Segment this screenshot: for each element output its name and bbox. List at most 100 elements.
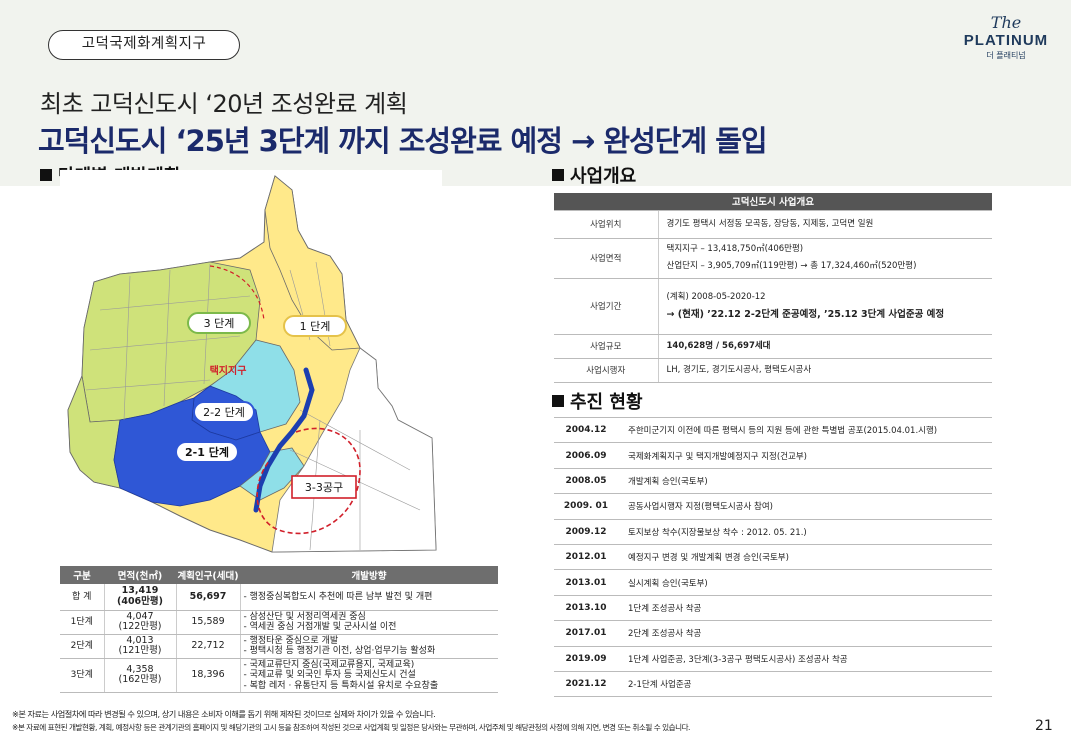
row-category: 3단계	[60, 658, 105, 693]
phase-table: 구분 면적(천㎡) 계획인구(세대) 개발방향 합 계 13,419 (406만평…	[60, 566, 498, 693]
progress-event: 2-1단계 사업준공	[618, 671, 992, 698]
logo-sub: 더 플래티넘	[986, 51, 1026, 60]
progress-date: 2009.12	[554, 519, 618, 545]
table-row: 2009. 01 공동사업시행자 지정(평택도시공사 참여)	[554, 493, 992, 520]
progress-event: 토지보상 착수(지장물보상 착수 : 2012. 05. 21.)	[618, 519, 992, 545]
progress-date: 2019.09	[554, 646, 618, 672]
table-row: 2008.05 개발계획 승인(국토부)	[554, 468, 992, 495]
progress-date: 2013.10	[554, 595, 618, 622]
overview-key: 사업기간	[554, 278, 659, 335]
table-row: 사업규모 140,628명 / 56,697세대	[554, 334, 992, 359]
table-row: 2019.09 1단계 사업준공, 3단계(3-3공구 평택도시공사) 조성공사 …	[554, 646, 992, 672]
overview-value: LH, 경기도, 경기도시공사, 평택도시공사	[658, 358, 992, 383]
table-row: 2006.09 국제화계획지구 및 택지개발예정지구 지정(건교부)	[554, 442, 992, 469]
table-row: 사업시행자 LH, 경기도, 경기도시공사, 평택도시공사	[554, 358, 992, 383]
map-label-taekji: 택지지구	[210, 364, 247, 377]
overview-heading: 사업개요	[552, 162, 636, 188]
row-population: 15,589	[176, 610, 241, 635]
overview-value: 140,628명 / 56,697세대	[658, 334, 992, 359]
table-row: 2013.10 1단계 조성공사 착공	[554, 595, 992, 622]
map-label-phase22: 2-2 단계	[193, 401, 255, 423]
disclaimer-line: ※본 자료에 표현된 개발현황, 계획, 예정사항 등은 관계기관의 홈페이지 …	[12, 723, 690, 732]
square-bullet-icon	[40, 169, 52, 181]
row-direction: - 국제교류단지 중심(국제교류용지, 국제교육) - 국제교류 및 외국인 투자…	[240, 658, 498, 693]
disclaimer-notes: ※본 자료는 사업절차에 따라 변경될 수 있으며, 상기 내용은 소비자 이해…	[12, 708, 690, 734]
table-row: 2021.12 2-1단계 사업준공	[554, 671, 992, 698]
slide: 고덕국제화계획지구 The PLATINUM 더 플래티넘 최초 고덕신도시 ‘…	[0, 0, 1071, 744]
svg-text:1 단계: 1 단계	[300, 320, 331, 333]
disclaimer-line: ※본 자료는 사업절차에 따라 변경될 수 있으며, 상기 내용은 소비자 이해…	[12, 709, 436, 719]
overview-table: 고덕신도시 사업개요 사업위치 경기도 평택시 서정동 모곡동, 장당동, 지제…	[554, 193, 992, 383]
row-area: 4,013 (121만평)	[104, 634, 177, 659]
table-row: 사업면적 택지지구 – 13,418,750㎡(406만평) 산업단지 – 3,9…	[554, 238, 992, 279]
row-population: 18,396	[176, 658, 241, 693]
table-row: 2004.12 주한미군기지 이전에 따른 평택시 등의 지원 등에 관한 특별법…	[554, 417, 992, 444]
progress-date: 2021.12	[554, 671, 618, 698]
table-row: 합 계 13,419 (406만평) 56,697 - 행정중심복합도시 추천에 …	[60, 584, 498, 611]
overview-key: 사업규모	[554, 334, 659, 359]
row-population: 56,697	[176, 584, 241, 611]
logo-script: The	[990, 13, 1022, 32]
brand-logo: The PLATINUM 더 플래티넘	[958, 14, 1054, 70]
page-subtitle: 최초 고덕신도시 ‘20년 조성완료 계획	[40, 90, 408, 118]
progress-event: 1단계 사업준공, 3단계(3-3공구 평택도시공사) 조성공사 착공	[618, 646, 992, 672]
progress-event: 실시계획 승인(국토부)	[618, 569, 992, 596]
row-population: 22,712	[176, 634, 241, 659]
row-area: 4,047 (122만평)	[104, 610, 177, 635]
svg-text:3-3공구: 3-3공구	[305, 481, 343, 494]
row-direction: - 삼성산단 및 서정리역세권 중심 - 역세권 중심 거점개발 및 군사시설 이…	[240, 610, 498, 635]
progress-event: 국제화계획지구 및 택지개발예정지구 지정(건교부)	[618, 442, 992, 469]
row-category: 1단계	[60, 610, 105, 635]
district-tag: 고덕국제화계획지구	[48, 30, 240, 60]
table-row: 1단계 4,047 (122만평) 15,589 - 삼성산단 및 서정리역세권 …	[60, 610, 498, 635]
row-category: 2단계	[60, 634, 105, 659]
table-row: 사업기간 (계획) 2008-05-2020-12 → (현재) ’22.12 2…	[554, 278, 992, 335]
svg-text:3 단계: 3 단계	[204, 317, 235, 330]
phase-table-header: 계획인구(세대)	[176, 566, 240, 584]
map-label-phase3: 3 단계	[187, 312, 251, 334]
progress-event: 2단계 조성공사 착공	[618, 620, 992, 647]
progress-date: 2008.05	[554, 468, 618, 495]
overview-key: 사업위치	[554, 210, 659, 239]
overview-key: 사업시행자	[554, 358, 659, 383]
phase-table-header: 면적(천㎡)	[104, 566, 176, 584]
progress-table: 2004.12 주한미군기지 이전에 따른 평택시 등의 지원 등에 관한 특별법…	[554, 417, 992, 698]
progress-event: 주한미군기지 이전에 따른 평택시 등의 지원 등에 관한 특별법 공포(201…	[618, 417, 992, 444]
development-phase-map: 3 단계 1 단계 택지지구 2-2 단계 2-1 단계 3-3공구	[60, 170, 442, 555]
page-number: 21	[1035, 718, 1053, 734]
progress-heading-text: 추진 현황	[570, 392, 643, 413]
logo-name: PLATINUM	[963, 32, 1049, 49]
progress-date: 2013.01	[554, 569, 618, 596]
map-label-phase21: 2-1 단계	[175, 441, 239, 463]
progress-date: 2004.12	[554, 417, 618, 444]
phase-table-header: 개발방향	[240, 566, 498, 584]
progress-event: 공동사업시행자 지정(평택도시공사 참여)	[618, 493, 992, 520]
square-bullet-icon	[552, 395, 564, 407]
table-row: 2단계 4,013 (121만평) 22,712 - 행정타운 중심으로 개발 - …	[60, 634, 498, 659]
table-row: 3단계 4,358 (162만평) 18,396 - 국제교류단지 중심(국제교류…	[60, 658, 498, 693]
square-bullet-icon	[552, 169, 564, 181]
progress-heading: 추진 현황	[552, 388, 643, 414]
table-row: 사업위치 경기도 평택시 서정동 모곡동, 장당동, 지제동, 고덕면 일원	[554, 210, 992, 239]
overview-caption: 고덕신도시 사업개요	[554, 193, 992, 211]
progress-event: 개발계획 승인(국토부)	[618, 468, 992, 495]
table-row: 2017.01 2단계 조성공사 착공	[554, 620, 992, 647]
progress-event: 예정지구 변경 및 개발계획 변경 승인(국토부)	[618, 544, 992, 571]
row-direction: - 행정타운 중심으로 개발 - 평택시청 등 행정기관 이전, 상업·업무기능 …	[240, 634, 498, 659]
row-area: 4,358 (162만평)	[104, 658, 177, 693]
map-label-zone33: 3-3공구	[291, 475, 357, 499]
row-area: 13,419 (406만평)	[104, 584, 177, 611]
row-category: 합 계	[60, 584, 105, 611]
overview-value: 택지지구 – 13,418,750㎡(406만평) 산업단지 – 3,905,70…	[658, 238, 992, 279]
table-row: 2012.01 예정지구 변경 및 개발계획 변경 승인(국토부)	[554, 544, 992, 571]
overview-heading-text: 사업개요	[570, 166, 637, 187]
row-direction: - 행정중심복합도시 추천에 따른 남부 발전 및 개편	[240, 584, 498, 611]
svg-text:2-1 단계: 2-1 단계	[185, 445, 229, 459]
overview-value: 경기도 평택시 서정동 모곡동, 장당동, 지제동, 고덕면 일원	[658, 210, 992, 239]
progress-date: 2012.01	[554, 544, 618, 571]
table-row: 2009.12 토지보상 착수(지장물보상 착수 : 2012. 05. 21.)	[554, 519, 992, 545]
table-row: 2013.01 실시계획 승인(국토부)	[554, 569, 992, 596]
progress-event: 1단계 조성공사 착공	[618, 595, 992, 622]
progress-date: 2006.09	[554, 442, 618, 469]
svg-text:2-2 단계: 2-2 단계	[203, 406, 245, 419]
